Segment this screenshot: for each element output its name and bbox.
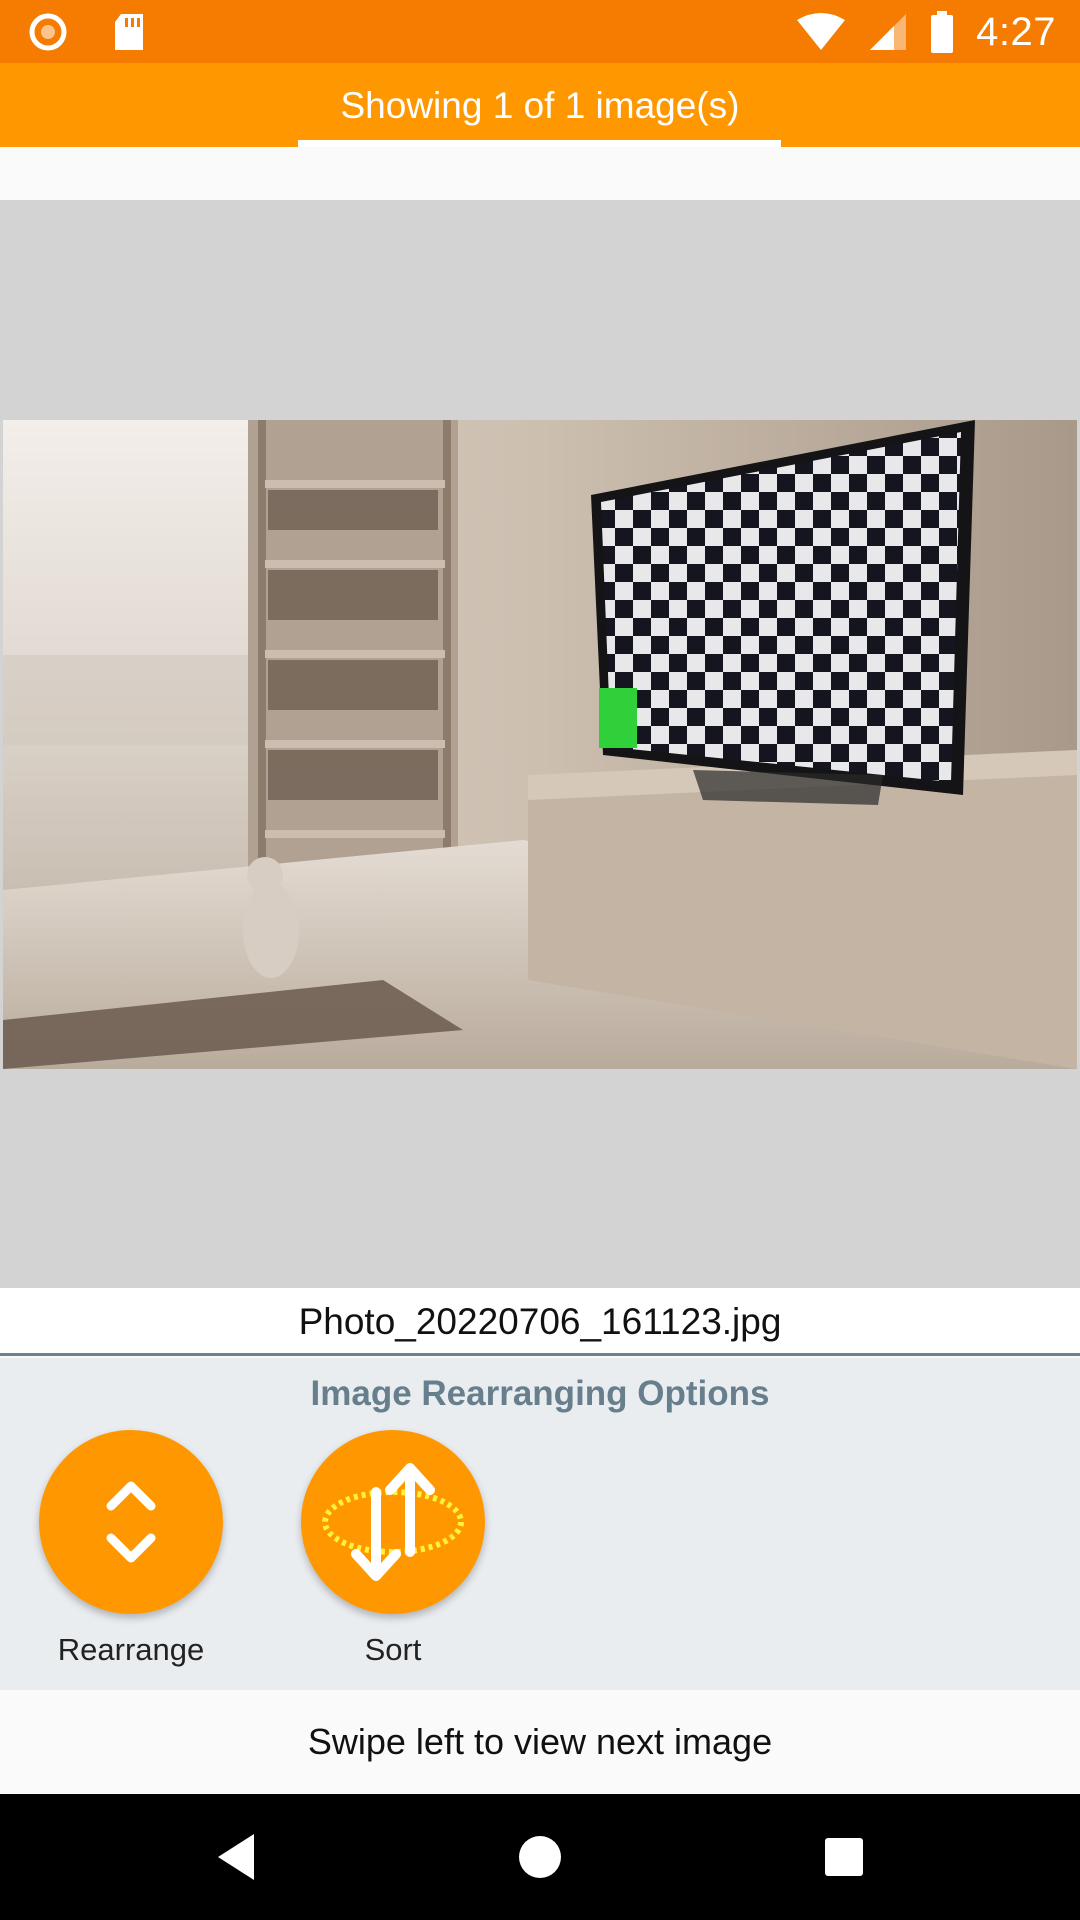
recents-icon	[825, 1838, 863, 1876]
rearranging-options-panel: Image Rearranging Options Rearrange Sort	[0, 1358, 1080, 1690]
chevron-up-down-icon	[106, 1481, 156, 1563]
tab-bar: Showing 1 of 1 image(s)	[0, 63, 1080, 147]
file-name: Photo_20220706_161123.jpg	[0, 1288, 1080, 1356]
cell-signal-icon	[870, 14, 907, 50]
navigation-bar	[0, 1794, 1080, 1920]
home-icon	[519, 1836, 561, 1878]
sd-card-icon	[115, 14, 143, 50]
sort-option: Sort	[301, 1430, 485, 1668]
swipe-hint: Swipe left to view next image	[0, 1690, 1080, 1794]
photo[interactable]	[3, 420, 1077, 1069]
options-title: Image Rearranging Options	[310, 1374, 770, 1413]
back-button[interactable]	[136, 1794, 336, 1920]
battery-icon	[931, 11, 954, 53]
sort-arrows-icon	[322, 1463, 464, 1581]
sort-button[interactable]	[301, 1430, 485, 1614]
sort-label: Sort	[364, 1632, 422, 1667]
rearrange-button[interactable]	[39, 1430, 223, 1614]
recents-button[interactable]	[744, 1794, 944, 1920]
image-viewer[interactable]	[0, 200, 1080, 1288]
photo-image	[3, 420, 1077, 1069]
clock: 4:27	[976, 9, 1056, 54]
rearrange-label: Rearrange	[57, 1632, 205, 1667]
wifi-icon	[797, 13, 846, 50]
spacer	[0, 147, 1080, 200]
record-icon	[29, 13, 67, 51]
tab-showing-count[interactable]: Showing 1 of 1 image(s)	[0, 85, 1080, 127]
rearrange-option: Rearrange	[39, 1430, 223, 1668]
tab-indicator	[298, 140, 781, 147]
home-button[interactable]	[440, 1794, 640, 1920]
status-bar: 4:27	[0, 0, 1080, 63]
back-icon	[218, 1834, 254, 1880]
